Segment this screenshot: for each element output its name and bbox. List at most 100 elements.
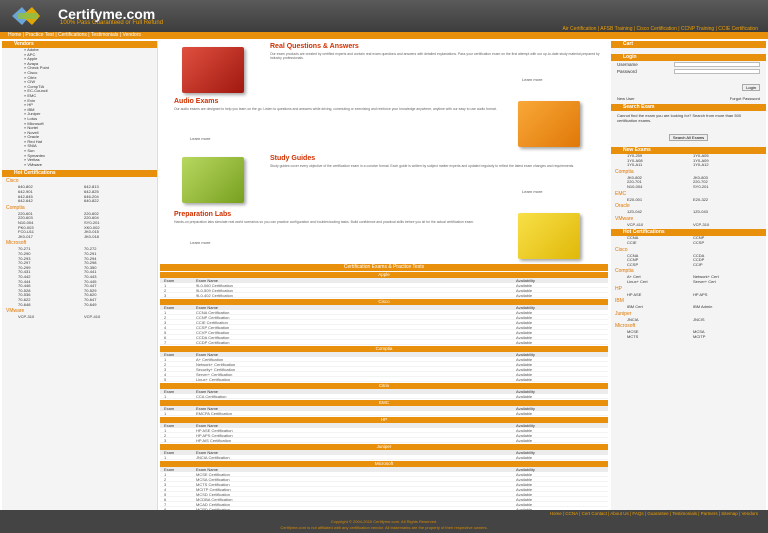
hot-cert-link[interactable]: CCIP — [693, 262, 759, 268]
comptia-exam-list: 220-601 220-602 220-603 220-604 N10-004 SY0-2… — [2, 211, 157, 240]
exam-name-link[interactable]: CCIE Certification — [196, 320, 516, 325]
learn-more-link[interactable]: Learn more — [190, 136, 210, 141]
table-title: Certification Exams & Practice Tests — [160, 264, 608, 271]
hot-cert-link[interactable]: IBM Cert — [627, 304, 693, 310]
table-row[interactable]: 3 HP AIS Certification Available — [160, 438, 608, 443]
microsoft-exam-link[interactable]: 70-649 — [84, 302, 150, 308]
learn-more-link[interactable]: Learn more — [522, 189, 542, 194]
table-row[interactable]: 1 CCA Certification Available — [160, 394, 608, 399]
cart-heading: Cart — [611, 41, 766, 48]
table-row[interactable]: 5 Linux+ Certification Available — [160, 377, 608, 382]
learn-more-link[interactable]: Learn more — [190, 240, 210, 245]
row-number: 1 — [164, 310, 167, 315]
availability-text: Available — [516, 325, 533, 330]
promo-title[interactable]: Preparation Labs — [174, 211, 231, 218]
username-input[interactable] — [674, 62, 760, 67]
main-nav[interactable]: Home | Practice Test | Certifications | … — [0, 32, 768, 39]
exam-name-link[interactable]: CCNA Certification — [196, 310, 516, 315]
new-exam-link[interactable]: SY0-201 — [693, 184, 759, 190]
new-exam-link[interactable]: 1Y0-A12 — [693, 163, 759, 168]
exam-name-link[interactable]: HP APS Certification — [196, 433, 516, 438]
exam-name-link[interactable]: MCSA Certification — [196, 477, 516, 482]
exam-name-link[interactable]: JNCIA Certification — [196, 455, 516, 460]
hot-cert-link[interactable]: MCITP — [693, 334, 759, 340]
exam-name-link[interactable]: 9L0-509 Certification — [196, 288, 516, 293]
exam-name-link[interactable]: Linux+ Certification — [196, 377, 516, 382]
row-number: 6 — [164, 497, 167, 502]
learn-more-link[interactable]: Learn more — [522, 77, 542, 82]
login-button[interactable]: Login — [742, 84, 760, 91]
exam-name-link[interactable]: CCA Certification — [196, 394, 516, 399]
exam-name-link[interactable]: MCITP Certification — [196, 487, 516, 492]
new-exam-link[interactable]: VCP-410 — [627, 222, 693, 228]
cisco-exam-link[interactable]: 642-642 — [18, 199, 84, 204]
availability-text: Available — [516, 367, 533, 372]
table-row[interactable]: 7 CCDP Certification Available — [160, 340, 608, 345]
promo-title[interactable]: Real Questions & Answers — [270, 43, 359, 50]
exam-name-link[interactable]: CCNP Certification — [196, 315, 516, 320]
hot-cert-link[interactable]: CCSP — [693, 240, 759, 246]
exam-name-link[interactable]: MCSD Certification — [196, 492, 516, 497]
hot-cert-link[interactable]: JNCIA — [627, 317, 693, 323]
hot-cert-link[interactable]: IBM Admin — [693, 304, 759, 310]
promo-title[interactable]: Study Guides — [270, 155, 315, 162]
exam-name-link[interactable]: CCDA Certification — [196, 335, 516, 340]
exam-name-link[interactable]: Server+ Certification — [196, 372, 516, 377]
availability-text: Available — [516, 320, 533, 325]
hot-cert-link[interactable]: CCSP — [627, 262, 693, 268]
cisco-exam-link[interactable]: 640-822 — [84, 199, 150, 204]
new-exam-link[interactable]: N10-004 — [627, 184, 693, 190]
promo-text: Hands-on preparation labs simulate real … — [174, 220, 475, 224]
comptia-exam-link[interactable]: JK0-018 — [84, 234, 150, 240]
search-exams-button[interactable]: Search All Exams — [668, 134, 709, 141]
exam-name-link[interactable]: EMCPA Certification — [196, 411, 516, 416]
labs-product-box-image[interactable] — [518, 213, 580, 259]
hot-cert-link[interactable]: MCTS — [627, 334, 693, 340]
promo-title[interactable]: Audio Exams — [174, 98, 218, 105]
exam-name-link[interactable]: MCTS Certification — [196, 482, 516, 487]
comptia-exam-link[interactable]: JK0-017 — [18, 234, 84, 240]
new-user-link[interactable]: New User — [617, 96, 635, 101]
new-exam-link[interactable]: 1Z0-043 — [693, 210, 759, 215]
exam-name-link[interactable]: HP ASE Certification — [196, 428, 516, 433]
vendor-link[interactable]: » VMware — [24, 162, 157, 168]
qa-product-box-image[interactable] — [182, 47, 244, 93]
forgot-password-link[interactable]: Forgot Password — [730, 96, 760, 101]
password-input[interactable] — [674, 69, 760, 74]
exam-name-link[interactable]: 9L0-402 Certification — [196, 293, 516, 298]
exam-name-link[interactable]: A+ Certification — [196, 357, 516, 362]
new-exam-link[interactable]: 1Z0-042 — [627, 210, 693, 215]
exam-name-link[interactable]: MCAD Certification — [196, 502, 516, 507]
exam-name-link[interactable]: MCDBA Certification — [196, 497, 516, 502]
exam-name-link[interactable]: Security+ Certification — [196, 367, 516, 372]
vmware-exam-link[interactable]: VCP-310 — [18, 314, 84, 320]
exam-name-link[interactable]: MCSE Certification — [196, 472, 516, 477]
table-row[interactable]: 3 9L0-402 Certification Available — [160, 293, 608, 298]
password-row: Password — [611, 68, 766, 75]
new-exam-link[interactable]: VCP-310 — [693, 222, 759, 228]
hot-cert-link[interactable]: HP ASE — [627, 292, 693, 298]
study-guide-box-image[interactable] — [182, 157, 244, 203]
table-row[interactable]: 1 JNCIA Certification Available — [160, 455, 608, 460]
table-row[interactable]: 1 EMCPA Certification Available — [160, 411, 608, 416]
hot-cert-link[interactable]: HP APS — [693, 292, 759, 298]
exam-name-link[interactable]: 9L0-060 Certification — [196, 283, 516, 288]
microsoft-exam-link[interactable]: 70-648 — [18, 302, 84, 308]
new-exam-link[interactable]: E20-322 — [693, 197, 759, 203]
exam-name-link[interactable]: Network+ Certification — [196, 362, 516, 367]
hot-cert-link[interactable]: JNCIS — [693, 317, 759, 323]
hot-cert-link[interactable]: Linux+ Cert — [627, 279, 693, 285]
row-number: 1 — [164, 455, 167, 460]
hot-cert-link[interactable]: Server+ Cert — [693, 279, 759, 285]
vmware-exam-link[interactable]: VCP-410 — [84, 314, 150, 320]
exam-name-link[interactable]: CCSP Certification — [196, 325, 516, 330]
hot-cert-link[interactable]: CCIE — [627, 240, 693, 246]
exam-name-link[interactable]: CCVP Certification — [196, 330, 516, 335]
logo-icon[interactable] — [8, 5, 48, 27]
exam-name-link[interactable]: CCDP Certification — [196, 340, 516, 345]
new-exam-link[interactable]: 1Y0-A11 — [627, 163, 693, 168]
audio-product-box-image[interactable] — [518, 101, 580, 147]
exam-name-link[interactable]: HP AIS Certification — [196, 438, 516, 443]
footer-links[interactable]: Home | CCNA | Cert Contact | About Us | … — [550, 511, 758, 516]
new-exam-link[interactable]: E20-001 — [627, 197, 693, 203]
